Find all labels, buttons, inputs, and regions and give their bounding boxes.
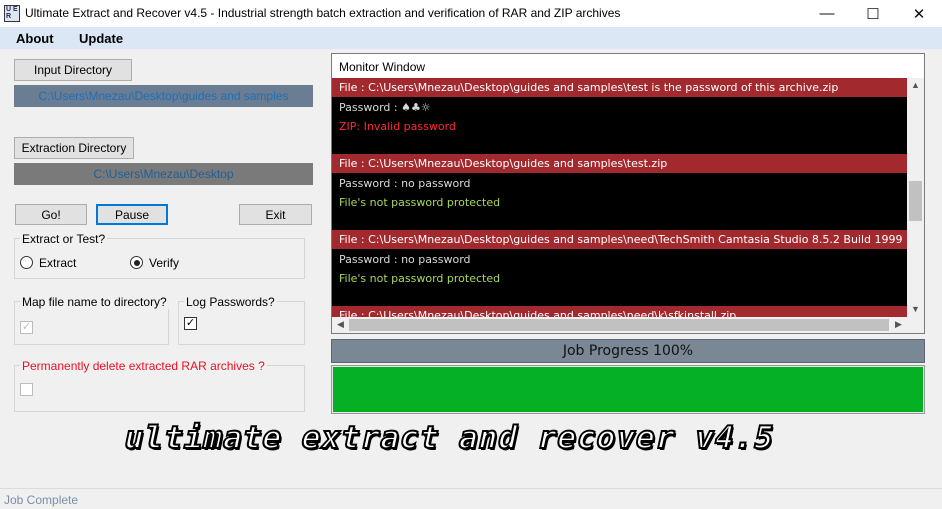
log-password-line: Password : ♠♣☼ <box>339 101 431 114</box>
log-password-line: Password : no password <box>339 177 471 190</box>
menu-about[interactable]: About <box>16 31 54 46</box>
scroll-right-arrow-icon[interactable]: ▶ <box>890 319 907 330</box>
maximize-button[interactable]: ☐ <box>850 0 896 27</box>
extract-or-test-label: Extract or Test? <box>20 232 108 246</box>
delete-rar-checkbox[interactable] <box>20 383 33 396</box>
vertical-scrollbar[interactable]: ▲ ▼ <box>907 78 924 317</box>
log-passwords-label: Log Passwords? <box>184 295 277 309</box>
go-button[interactable]: Go! <box>15 204 87 225</box>
log-file-line: File : C:\Users\Mnezau\Desktop\guides an… <box>332 154 907 173</box>
close-button[interactable]: ✕ <box>896 0 942 27</box>
menu-update[interactable]: Update <box>79 31 123 46</box>
log-entry: File : C:\Users\Mnezau\Desktop\guides an… <box>332 154 907 230</box>
monitor-log[interactable]: File : C:\Users\Mnezau\Desktop\guides an… <box>332 78 907 317</box>
input-directory-button[interactable]: Input Directory <box>14 59 132 81</box>
log-entry: File : C:\Users\Mnezau\Desktop\guides an… <box>332 78 907 154</box>
map-file-name-checkbox[interactable]: ✓ <box>20 321 33 334</box>
verify-radio-label: Verify <box>149 256 180 270</box>
app-banner-logo: ultimate extract and recover v4.5 <box>120 419 779 457</box>
log-entry: File : C:\Users\Mnezau\Desktop\guides an… <box>332 230 907 306</box>
log-file-line: File : C:\Users\Mnezau\Desktop\guides an… <box>332 78 907 97</box>
job-progress-label: Job Progress 100% <box>331 339 925 363</box>
log-password-line: Password : no password <box>339 253 471 266</box>
menu-bar: About Update <box>0 27 942 49</box>
log-file-line: File : C:\Users\Mnezau\Desktop\guides an… <box>332 306 907 317</box>
log-passwords-checkbox[interactable]: ✓ <box>184 317 197 330</box>
extract-radio-label: Extract <box>39 256 77 270</box>
title-bar: U E R Ultimate Extract and Recover v4.5 … <box>0 0 942 27</box>
extraction-directory-button[interactable]: Extraction Directory <box>14 137 134 159</box>
extract-radio[interactable] <box>20 256 33 269</box>
delete-rar-label: Permanently delete extracted RAR archive… <box>20 359 267 373</box>
job-progress-bar <box>331 365 925 414</box>
vertical-scroll-thumb[interactable] <box>909 181 922 221</box>
verify-radio[interactable] <box>130 256 143 269</box>
log-file-line: File : C:\Users\Mnezau\Desktop\guides an… <box>332 230 907 249</box>
scroll-left-arrow-icon[interactable]: ◀ <box>332 319 349 330</box>
monitor-title: Monitor Window <box>332 54 924 78</box>
monitor-window: Monitor Window File : C:\Users\Mnezau\De… <box>331 53 925 334</box>
pause-button[interactable]: Pause <box>96 204 168 225</box>
minimize-button[interactable]: — <box>804 0 850 27</box>
log-result-line: File's not password protected <box>339 196 501 209</box>
log-result-line: ZIP: Invalid password <box>339 120 456 133</box>
app-icon: U E R <box>4 5 20 22</box>
scroll-corner <box>907 317 924 333</box>
scroll-up-arrow-icon[interactable]: ▲ <box>907 80 924 90</box>
extraction-directory-path: C:\Users\Mnezau\Desktop <box>14 163 313 185</box>
window-title: Ultimate Extract and Recover v4.5 - Indu… <box>25 6 621 20</box>
job-progress-fill <box>333 367 923 412</box>
map-file-name-label: Map file name to directory? <box>20 295 169 309</box>
scroll-down-arrow-icon[interactable]: ▼ <box>907 304 924 314</box>
log-entry: File : C:\Users\Mnezau\Desktop\guides an… <box>332 306 907 317</box>
horizontal-scroll-thumb[interactable] <box>349 319 889 331</box>
exit-button[interactable]: Exit <box>239 204 312 225</box>
log-result-line: File's not password protected <box>339 272 501 285</box>
horizontal-scrollbar[interactable]: ◀ ▶ <box>332 317 907 333</box>
status-bar: Job Complete <box>0 488 942 509</box>
input-directory-path: C:\Users\Mnezau\Desktop\guides and sampl… <box>14 85 313 107</box>
